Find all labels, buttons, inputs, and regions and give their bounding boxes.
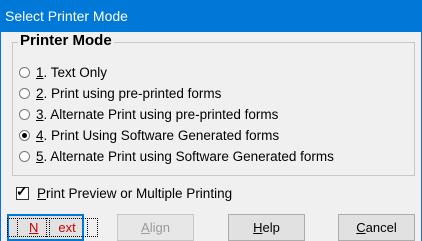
option-text-only[interactable]: 1. Text Only (19, 63, 107, 81)
option-label-3: 3. Alternate Print using pre-printed for… (36, 106, 279, 122)
radio-button-1[interactable] (19, 66, 30, 78)
printer-mode-group: Printer Mode 1. Text Only 2. Print using… (12, 32, 415, 176)
print-preview-checkbox[interactable]: ✓ (16, 183, 29, 200)
help-button[interactable]: Help (228, 214, 305, 241)
option-label-2: 2. Print using pre-printed forms (36, 85, 222, 101)
option-alt-software-generated[interactable]: 5. Alternate Print using Software Genera… (19, 147, 334, 165)
radio-button-3[interactable] (19, 108, 30, 120)
print-preview-option[interactable]: ✓ Print Preview or Multiple Printing (16, 183, 233, 201)
window-title: Select Printer Mode (0, 0, 422, 32)
dialog-client: Printer Mode 1. Text Only 2. Print using… (0, 32, 422, 241)
cancel-button[interactable]: Cancel (338, 214, 415, 241)
group-title: Printer Mode (18, 32, 114, 49)
align-button[interactable]: Align (117, 214, 194, 241)
radio-button-5[interactable] (19, 150, 30, 162)
option-label-4: 4. Print Using Software Generated forms (36, 127, 280, 143)
print-preview-label: Print Preview or Multiple Printing (37, 186, 233, 201)
option-preprinted[interactable]: 2. Print using pre-printed forms (19, 84, 221, 102)
option-alt-preprinted[interactable]: 3. Alternate Print using pre-printed for… (19, 105, 278, 123)
next-button[interactable]: Next (7, 214, 98, 241)
select-printer-mode-dialog: Select Printer Mode Printer Mode 1. Text… (0, 0, 422, 241)
option-software-generated[interactable]: 4. Print Using Software Generated forms (19, 126, 279, 144)
radio-button-2[interactable] (19, 87, 30, 99)
radio-button-4[interactable] (19, 129, 30, 141)
checkmark-icon: ✓ (16, 183, 28, 199)
option-label-5: 5. Alternate Print using Software Genera… (36, 148, 334, 164)
option-label-1: 1. Text Only (36, 64, 108, 80)
